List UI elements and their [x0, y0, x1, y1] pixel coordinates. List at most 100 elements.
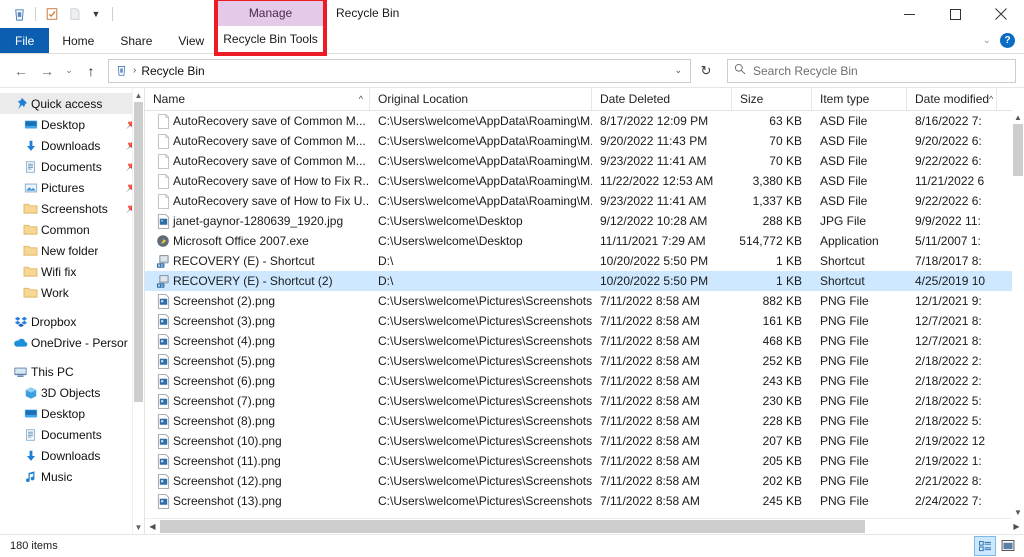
- cell-name[interactable]: Microsoft Office 2007.exe: [145, 234, 370, 248]
- search-input[interactable]: Search Recycle Bin: [753, 64, 858, 78]
- list-scroll-thumb[interactable]: [1013, 124, 1023, 176]
- list-vertical-scrollbar[interactable]: ▲ ▼: [1012, 110, 1024, 519]
- sidebar-item-work[interactable]: Work: [0, 282, 144, 303]
- cell-name[interactable]: Screenshot (5).png: [145, 354, 370, 369]
- cell-name[interactable]: Screenshot (11).png: [145, 454, 370, 469]
- address-chevron-down-icon[interactable]: ⌄: [674, 65, 688, 76]
- sidebar-item-downloads[interactable]: Downloads: [0, 445, 144, 466]
- sidebar-item-3d-objects[interactable]: 3D Objects: [0, 382, 144, 403]
- tab-home[interactable]: Home: [49, 28, 107, 53]
- details-view-button[interactable]: [974, 536, 996, 556]
- sidebar-scrollbar[interactable]: ▲ ▼: [132, 88, 144, 534]
- sidebar-item-wifi-fix[interactable]: Wifi fix: [0, 261, 144, 282]
- cell-name[interactable]: AutoRecovery save of How to Fix R...: [145, 174, 370, 189]
- sidebar-item-desktop[interactable]: Desktop: [0, 403, 144, 424]
- cell-name[interactable]: Screenshot (7).png: [145, 394, 370, 409]
- table-row[interactable]: Screenshot (11).pngC:\Users\welcome\Pict…: [145, 451, 1024, 471]
- tab-share[interactable]: Share: [107, 28, 165, 53]
- column-header-item-type[interactable]: Item type: [812, 88, 907, 110]
- table-row[interactable]: Microsoft Office 2007.exeC:\Users\welcom…: [145, 231, 1024, 251]
- table-row[interactable]: RECOVERY (E) - Shortcut (2)D:\10/20/2022…: [145, 271, 1024, 291]
- table-row[interactable]: RECOVERY (E) - ShortcutD:\10/20/2022 5:5…: [145, 251, 1024, 271]
- table-row[interactable]: Screenshot (7).pngC:\Users\welcome\Pictu…: [145, 391, 1024, 411]
- collapse-ribbon-icon[interactable]: ⌄: [983, 35, 991, 46]
- table-row[interactable]: AutoRecovery save of Common M...C:\Users…: [145, 151, 1024, 171]
- column-header-date-deleted[interactable]: Date Deleted: [592, 88, 732, 110]
- hscroll-thumb[interactable]: [160, 520, 865, 533]
- table-row[interactable]: janet-gaynor-1280639_1920.jpgC:\Users\we…: [145, 211, 1024, 231]
- table-row[interactable]: Screenshot (13).pngC:\Users\welcome\Pict…: [145, 491, 1024, 511]
- maximize-button[interactable]: [932, 0, 978, 28]
- search-box[interactable]: Search Recycle Bin: [727, 59, 1016, 83]
- cell-name[interactable]: RECOVERY (E) - Shortcut (2): [145, 274, 370, 289]
- sidebar-item-this-pc[interactable]: This PC: [0, 361, 144, 382]
- hscroll-track[interactable]: [160, 520, 1009, 533]
- cell-name[interactable]: AutoRecovery save of Common M...: [145, 154, 370, 169]
- cell-name[interactable]: AutoRecovery save of Common M...: [145, 114, 370, 129]
- sidebar-item-screenshots[interactable]: Screenshots📌: [0, 198, 144, 219]
- column-header-date-modified[interactable]: Date modified^: [907, 88, 997, 110]
- breadcrumb[interactable]: Recycle Bin: [141, 64, 204, 78]
- refresh-button[interactable]: ↻: [691, 59, 721, 83]
- address-bar[interactable]: › Recycle Bin ⌄: [108, 59, 691, 83]
- table-row[interactable]: Screenshot (4).pngC:\Users\welcome\Pictu…: [145, 331, 1024, 351]
- table-row[interactable]: AutoRecovery save of How to Fix U...C:\U…: [145, 191, 1024, 211]
- sidebar-item-music[interactable]: Music: [0, 466, 144, 487]
- sidebar-item-common[interactable]: Common: [0, 219, 144, 240]
- cell-name[interactable]: Screenshot (3).png: [145, 314, 370, 329]
- sidebar-item-documents[interactable]: Documents📌: [0, 156, 144, 177]
- tab-view[interactable]: View: [165, 28, 217, 53]
- table-row[interactable]: Screenshot (6).pngC:\Users\welcome\Pictu…: [145, 371, 1024, 391]
- sidebar-item-new-folder[interactable]: New folder: [0, 240, 144, 261]
- sidebar-scroll-down-icon[interactable]: ▼: [133, 520, 144, 534]
- cell-name[interactable]: janet-gaynor-1280639_1920.jpg: [145, 214, 370, 229]
- up-button[interactable]: ↑: [78, 58, 104, 84]
- table-row[interactable]: Screenshot (2).pngC:\Users\welcome\Pictu…: [145, 291, 1024, 311]
- customize-chevron-icon[interactable]: ▼: [85, 3, 107, 25]
- cell-name[interactable]: AutoRecovery save of How to Fix U...: [145, 194, 370, 209]
- tab-recycle-bin-tools[interactable]: Recycle Bin Tools: [218, 26, 323, 53]
- large-icons-view-button[interactable]: [998, 536, 1018, 554]
- cell-name[interactable]: Screenshot (13).png: [145, 494, 370, 509]
- column-header-original-location[interactable]: Original Location: [370, 88, 592, 110]
- properties-icon[interactable]: [41, 3, 63, 25]
- sidebar-item-documents[interactable]: Documents: [0, 424, 144, 445]
- minimize-button[interactable]: [886, 0, 932, 28]
- cell-name[interactable]: Screenshot (6).png: [145, 374, 370, 389]
- cell-name[interactable]: Screenshot (10).png: [145, 434, 370, 449]
- table-row[interactable]: AutoRecovery save of Common M...C:\Users…: [145, 111, 1024, 131]
- cell-name[interactable]: AutoRecovery save of Common M...: [145, 134, 370, 149]
- cell-name[interactable]: Screenshot (12).png: [145, 474, 370, 489]
- list-horizontal-scrollbar[interactable]: ◀ ▶: [145, 518, 1024, 534]
- recycle-bin-icon[interactable]: [8, 3, 30, 25]
- recent-locations-icon[interactable]: ⌄: [60, 58, 78, 84]
- sidebar-item-downloads[interactable]: Downloads📌: [0, 135, 144, 156]
- cell-name[interactable]: Screenshot (8).png: [145, 414, 370, 429]
- table-row[interactable]: Screenshot (8).pngC:\Users\welcome\Pictu…: [145, 411, 1024, 431]
- sidebar-item-dropbox[interactable]: Dropbox: [0, 311, 144, 332]
- column-header-name[interactable]: Name^: [145, 88, 370, 110]
- cell-name[interactable]: Screenshot (2).png: [145, 294, 370, 309]
- table-row[interactable]: Screenshot (5).pngC:\Users\welcome\Pictu…: [145, 351, 1024, 371]
- cell-name[interactable]: RECOVERY (E) - Shortcut: [145, 254, 370, 269]
- sidebar-item-pictures[interactable]: Pictures📌: [0, 177, 144, 198]
- sidebar-item-desktop[interactable]: Desktop📌: [0, 114, 144, 135]
- table-row[interactable]: Screenshot (3).pngC:\Users\welcome\Pictu…: [145, 311, 1024, 331]
- hscroll-right-icon[interactable]: ▶: [1009, 519, 1024, 534]
- cell-name[interactable]: Screenshot (4).png: [145, 334, 370, 349]
- sidebar-scroll-up-icon[interactable]: ▲: [133, 88, 144, 102]
- new-item-icon[interactable]: [63, 3, 85, 25]
- list-scroll-down-icon[interactable]: ▼: [1012, 505, 1024, 519]
- column-header-size[interactable]: Size: [732, 88, 812, 110]
- table-row[interactable]: Screenshot (12).pngC:\Users\welcome\Pict…: [145, 471, 1024, 491]
- table-row[interactable]: Screenshot (10).pngC:\Users\welcome\Pict…: [145, 431, 1024, 451]
- sidebar-item-quick-access[interactable]: Quick access: [0, 93, 144, 114]
- forward-button[interactable]: →: [34, 58, 60, 84]
- hscroll-left-icon[interactable]: ◀: [145, 519, 160, 534]
- close-button[interactable]: [978, 0, 1024, 28]
- table-row[interactable]: AutoRecovery save of How to Fix R...C:\U…: [145, 171, 1024, 191]
- list-scroll-up-icon[interactable]: ▲: [1012, 110, 1024, 124]
- back-button[interactable]: ←: [8, 58, 34, 84]
- sidebar-scroll-thumb[interactable]: [134, 102, 143, 402]
- tab-file[interactable]: File: [0, 28, 49, 53]
